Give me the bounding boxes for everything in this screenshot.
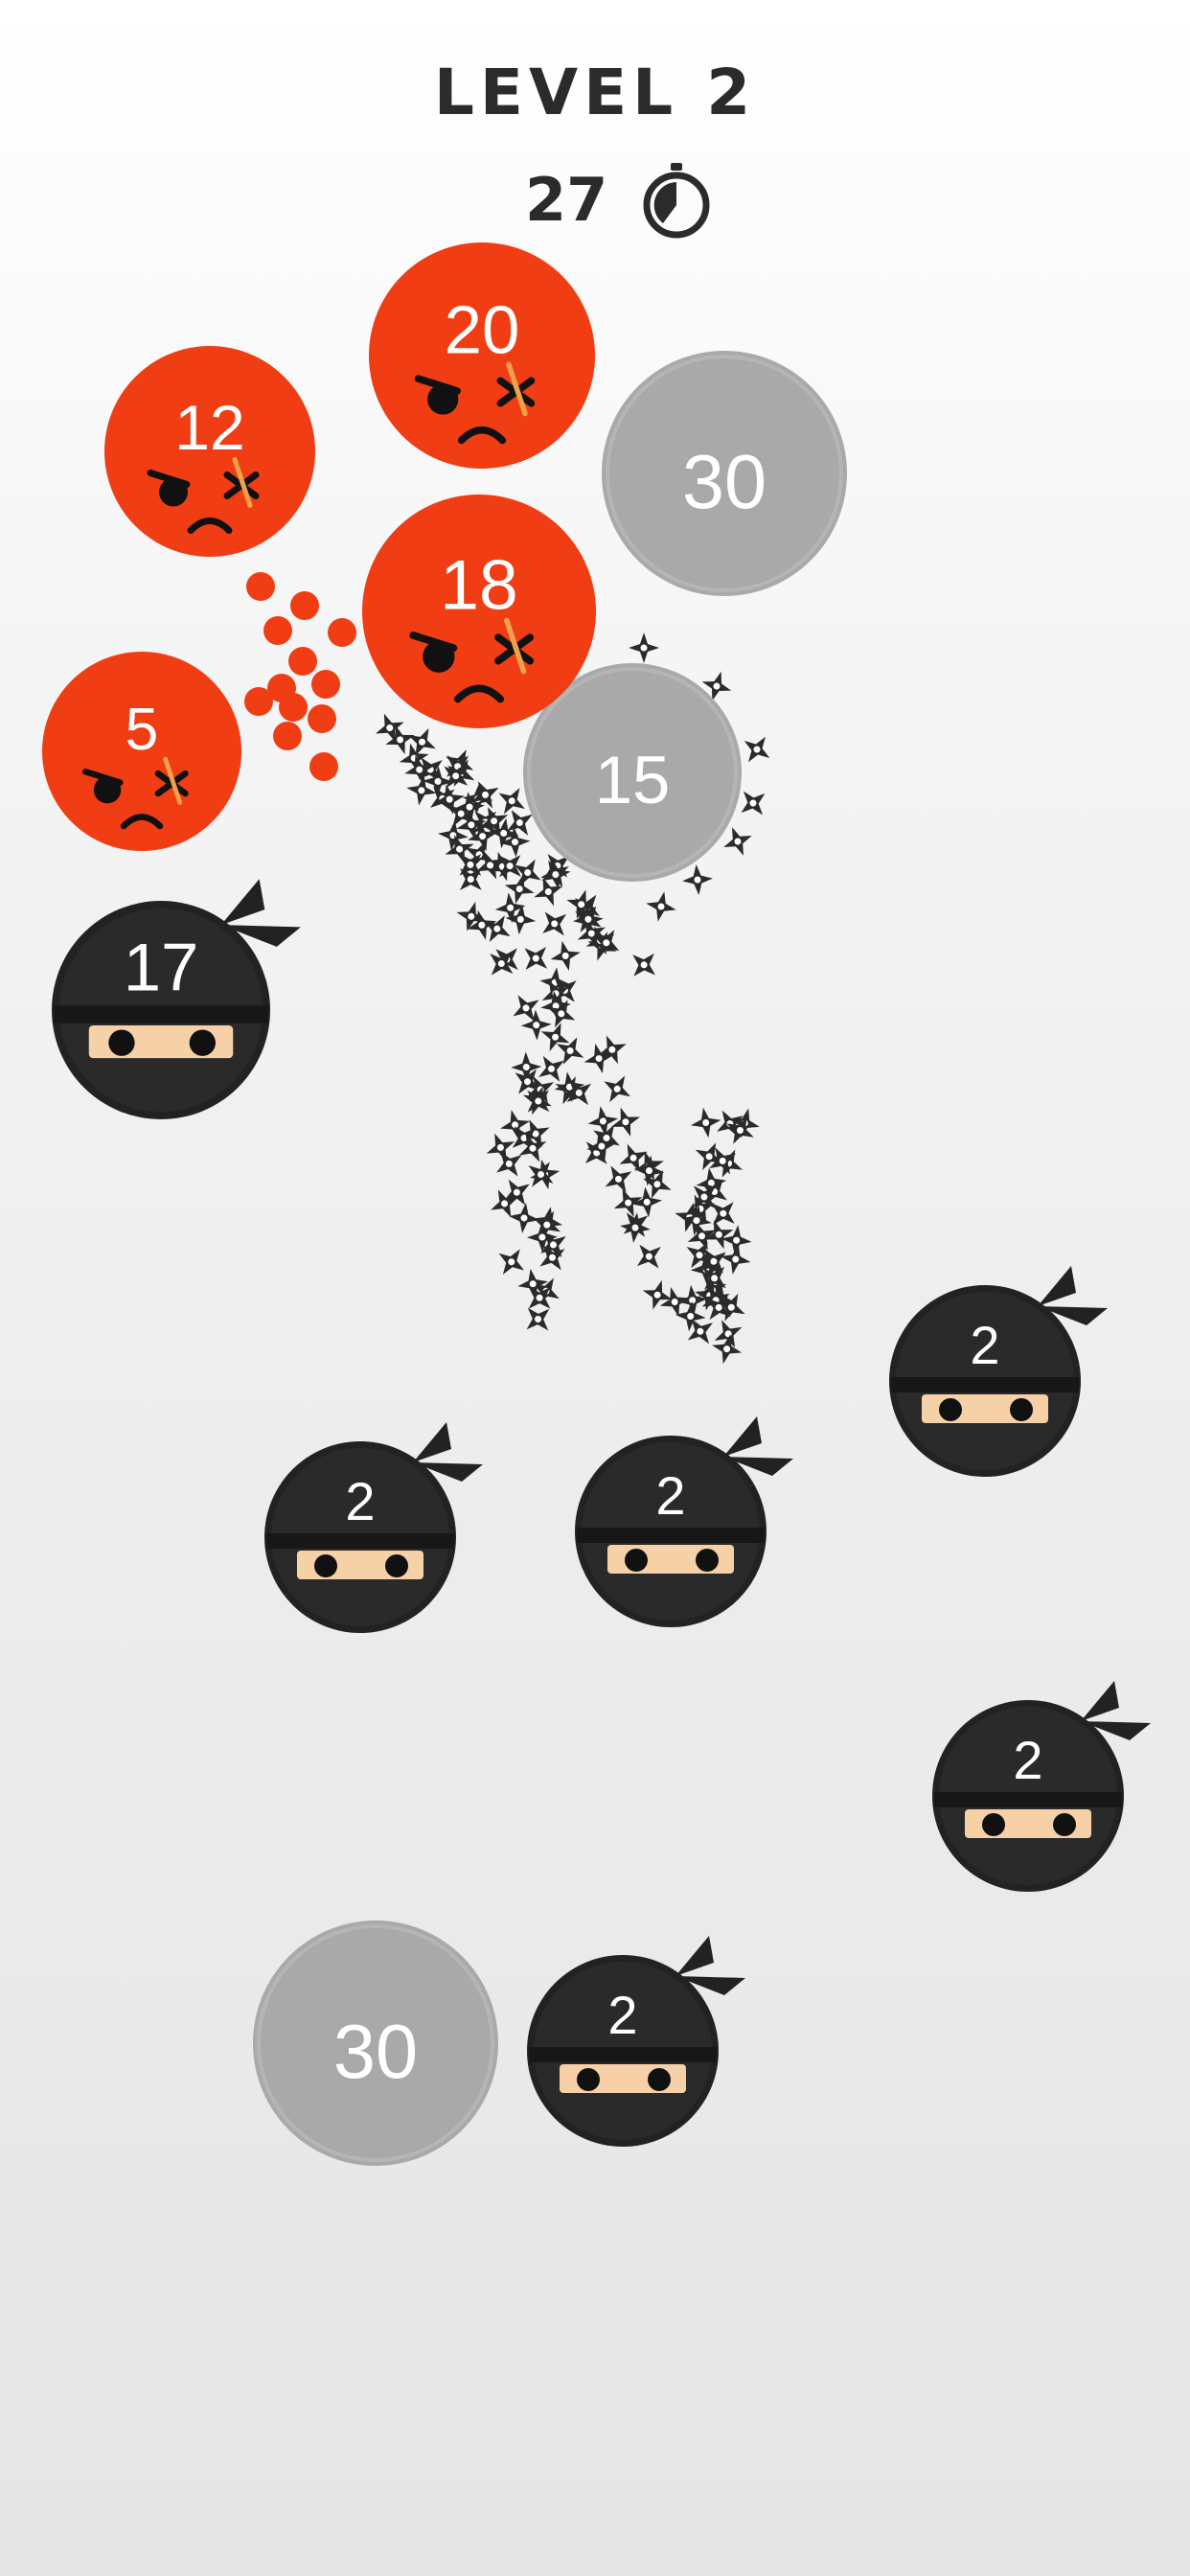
enemy-ball: 5 — [42, 652, 241, 851]
value-label: 5 — [126, 697, 159, 763]
red-bullet — [309, 752, 338, 781]
value-label: 12 — [174, 392, 244, 463]
enemy-ball: 18 — [362, 494, 596, 728]
red-bullet — [308, 704, 336, 733]
ninja-ball[interactable]: 2 — [932, 1681, 1151, 1892]
red-bullet — [246, 572, 275, 601]
shuriken-icon — [533, 902, 577, 946]
value-label: 2 — [655, 1465, 685, 1526]
ninja-ball[interactable]: 17 — [52, 879, 301, 1119]
ninja-ball[interactable]: 2 — [575, 1416, 793, 1627]
shuriken-icon — [735, 727, 779, 771]
red-bullet — [290, 591, 319, 620]
shuriken-icon — [490, 1240, 534, 1283]
shuriken-icon — [514, 936, 558, 980]
red-bullet — [311, 670, 340, 699]
ninja-ball[interactable]: 2 — [264, 1422, 483, 1633]
blocker-ball: 30 — [602, 351, 847, 596]
ninja-ball[interactable]: 2 — [889, 1266, 1108, 1477]
enemy-ball: 20 — [369, 242, 595, 469]
value-label: 15 — [595, 742, 671, 817]
red-bullet-cluster — [244, 572, 356, 781]
shuriken-icon — [547, 937, 584, 975]
blocker-ball: 30 — [253, 1920, 498, 2166]
value-label: 18 — [440, 546, 517, 625]
red-bullet — [288, 647, 317, 676]
shuriken-icon — [643, 888, 679, 925]
shuriken-icon — [557, 1070, 601, 1115]
shuriken-icon — [519, 1153, 562, 1196]
red-bullet — [244, 687, 273, 716]
enemy-ball: 12 — [104, 346, 315, 557]
red-bullet — [263, 616, 292, 645]
shuriken-icon — [596, 1068, 639, 1111]
value-label: 2 — [970, 1315, 999, 1375]
value-label: 30 — [333, 2009, 418, 2094]
red-bullet — [328, 618, 356, 647]
value-label: 2 — [345, 1471, 375, 1531]
shuriken-icon — [688, 1104, 724, 1141]
value-label: 2 — [1013, 1730, 1042, 1790]
value-label: 30 — [682, 439, 767, 524]
shuriken-icon — [622, 943, 666, 987]
shuriken-icon — [629, 632, 659, 663]
shuriken-icon — [618, 1210, 652, 1245]
game-stage[interactable]: LEVEL 2 27 30 15 30 12 20 18 5 17 2 2 2 2 2 — [0, 0, 1190, 2576]
shuriken-icon — [507, 1201, 541, 1235]
red-bullet — [279, 693, 308, 722]
red-bullet — [273, 722, 302, 750]
game-field[interactable]: 30 15 30 12 20 18 5 17 2 2 2 2 2 — [0, 0, 1190, 2576]
value-label: 2 — [607, 1985, 637, 2045]
shuriken-icon — [479, 941, 523, 986]
ninja-ball[interactable]: 2 — [527, 1936, 745, 2147]
value-label: 17 — [124, 929, 199, 1004]
shuriken-icon — [680, 862, 715, 897]
value-label: 20 — [445, 293, 520, 369]
